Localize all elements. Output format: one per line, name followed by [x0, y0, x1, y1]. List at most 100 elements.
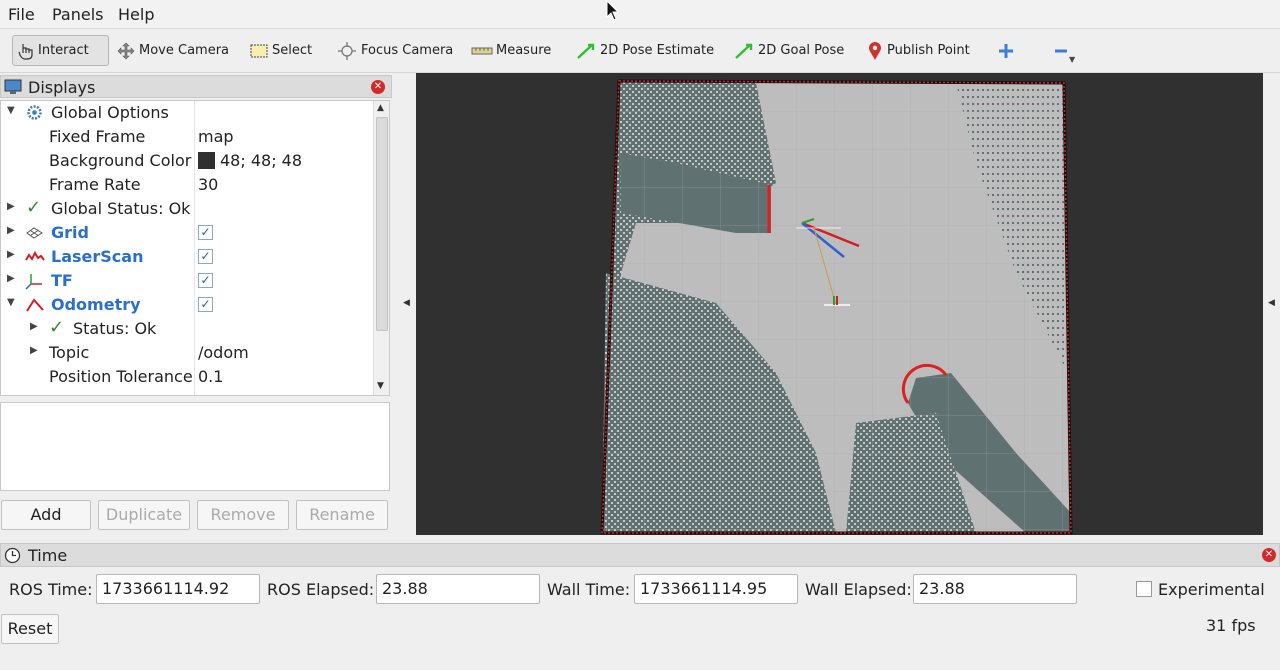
- monitor-icon: [4, 79, 22, 94]
- odometry-label: Odometry: [51, 295, 141, 314]
- tree-row-global-status[interactable]: ▶ ✓ Global Status: Ok: [1, 197, 373, 221]
- menu-bar: File Panels Help: [0, 0, 1280, 29]
- pose-estimate-tool-button[interactable]: 2D Pose Estimate: [571, 35, 718, 66]
- collapse-left-panel-icon[interactable]: ◀: [403, 298, 410, 308]
- scroll-down-icon[interactable]: ▼: [377, 381, 384, 391]
- time-title-bar: Time ✕: [0, 543, 1280, 567]
- frame-rate-label: Frame Rate: [49, 175, 141, 194]
- grid-checkbox[interactable]: ✓: [198, 225, 213, 240]
- tree-row-tf[interactable]: ▶ TF ✓: [1, 269, 373, 293]
- tree-row-status-ok[interactable]: ▶ ✓ Status: Ok: [1, 317, 373, 341]
- expand-arrow-icon[interactable]: ▼: [7, 297, 15, 308]
- collapse-right-panel-icon[interactable]: ◀: [1268, 298, 1275, 308]
- tool-dropdown-icon[interactable]: ▼: [1069, 55, 1075, 64]
- focus-camera-tool-button[interactable]: Focus Camera: [332, 35, 457, 66]
- expand-arrow-icon[interactable]: ▼: [7, 105, 15, 116]
- move-camera-icon: [117, 42, 135, 59]
- goal-pose-label: 2D Goal Pose: [758, 43, 845, 58]
- wall-elapsed-field[interactable]: 23.88: [913, 574, 1077, 604]
- scroll-up-icon[interactable]: ▲: [377, 103, 384, 113]
- interact-tool-button[interactable]: Interact: [12, 35, 109, 66]
- collapse-arrow-icon[interactable]: ▶: [7, 249, 15, 260]
- odometry-checkbox[interactable]: ✓: [198, 297, 213, 312]
- tree-row-global-options[interactable]: ▼ Global Options: [1, 101, 373, 125]
- ros-elapsed-label: ROS Elapsed:: [267, 580, 375, 599]
- add-button[interactable]: Add: [1, 500, 91, 530]
- green-arrow-icon: [735, 43, 753, 59]
- wall-elapsed-label: Wall Elapsed:: [805, 580, 912, 599]
- grid-label: Grid: [51, 223, 89, 242]
- ros-elapsed-field[interactable]: 23.88: [376, 574, 540, 604]
- experimental-label: Experimental: [1158, 580, 1265, 599]
- wall-time-field[interactable]: 1733661114.95: [634, 574, 798, 604]
- ruler-icon: [471, 47, 493, 54]
- time-close-icon[interactable]: ✕: [1262, 548, 1276, 562]
- map-pin-icon: [869, 41, 881, 60]
- duplicate-button[interactable]: Duplicate: [98, 500, 190, 530]
- tf-checkbox[interactable]: ✓: [198, 273, 213, 288]
- tf-axes-icon: [25, 274, 42, 290]
- minus-icon: [1055, 49, 1067, 52]
- fixed-frame-value[interactable]: map: [198, 127, 234, 146]
- reset-button[interactable]: Reset: [1, 614, 59, 644]
- background-color-value: 48; 48; 48: [220, 151, 303, 170]
- tree-scrollbar[interactable]: ▲ ▼: [373, 101, 389, 395]
- collapse-arrow-icon[interactable]: ▶: [7, 273, 15, 284]
- pose-estimate-label: 2D Pose Estimate: [600, 43, 715, 58]
- rename-button[interactable]: Rename: [296, 500, 388, 530]
- select-tool-button[interactable]: Select: [245, 35, 316, 66]
- topic-label: Topic: [49, 343, 90, 362]
- tree-row-laserscan[interactable]: ▶ LaserScan ✓: [1, 245, 373, 269]
- odometry-icon: [26, 298, 44, 312]
- frame-rate-value[interactable]: 30: [198, 175, 218, 194]
- position-tolerance-value[interactable]: 0.1: [198, 367, 223, 386]
- ros-time-field[interactable]: 1733661114.92: [96, 574, 260, 604]
- add-tool-button[interactable]: [993, 35, 1022, 66]
- tree-row-odometry[interactable]: ▼ Odometry ✓: [1, 293, 373, 317]
- displays-panel: Displays ✕ ▼ Global Options Fixed Frame …: [0, 75, 392, 537]
- tree-row-frame-rate[interactable]: Frame Rate 30: [1, 173, 373, 197]
- tree-row-position-tolerance[interactable]: Position Tolerance 0.1: [1, 365, 373, 389]
- collapse-arrow-icon[interactable]: ▶: [30, 345, 38, 356]
- grid-icon: [26, 227, 43, 239]
- fixed-frame-label: Fixed Frame: [49, 127, 146, 146]
- focus-camera-label: Focus Camera: [361, 43, 454, 58]
- tree-row-grid[interactable]: ▶ Grid ✓: [1, 221, 373, 245]
- displays-close-icon[interactable]: ✕: [371, 80, 385, 94]
- scrollbar-thumb[interactable]: [376, 117, 388, 331]
- description-box: [0, 402, 390, 491]
- laserscan-icon: [25, 250, 45, 261]
- render-viewport[interactable]: [416, 73, 1263, 535]
- measure-tool-button[interactable]: Measure: [467, 35, 555, 66]
- select-box-icon: [250, 44, 268, 57]
- color-swatch[interactable]: [198, 152, 215, 169]
- move-camera-tool-button[interactable]: Move Camera: [112, 35, 233, 66]
- collapse-arrow-icon[interactable]: ▶: [7, 225, 15, 236]
- tree-row-topic[interactable]: ▶ Topic /odom: [1, 341, 373, 365]
- menu-file[interactable]: File: [8, 5, 35, 24]
- background-color-field[interactable]: 48; 48; 48: [198, 151, 302, 170]
- mouse-cursor-icon: [606, 0, 620, 21]
- gear-icon: [27, 105, 42, 120]
- focus-camera-icon: [338, 41, 356, 60]
- collapse-arrow-icon[interactable]: ▶: [30, 321, 38, 332]
- goal-pose-tool-button[interactable]: 2D Goal Pose: [729, 35, 848, 66]
- topic-value[interactable]: /odom: [198, 343, 249, 362]
- menu-panels[interactable]: Panels: [52, 5, 104, 24]
- tree-row-background-color[interactable]: Background Color 48; 48; 48: [1, 149, 373, 173]
- hand-pointer-icon: [18, 43, 33, 60]
- toolbar: Interact Move Camera Select Focus Camera…: [0, 29, 1280, 73]
- publish-point-tool-button[interactable]: Publish Point: [862, 35, 974, 66]
- ros-time-label: ROS Time:: [9, 580, 93, 599]
- remove-button[interactable]: Remove: [197, 500, 289, 530]
- map-render[interactable]: [416, 73, 1263, 535]
- menu-help[interactable]: Help: [118, 5, 154, 24]
- wall-time-label: Wall Time:: [547, 580, 631, 599]
- laserscan-label: LaserScan: [51, 247, 144, 266]
- collapse-arrow-icon[interactable]: ▶: [7, 201, 15, 212]
- laserscan-checkbox[interactable]: ✓: [198, 249, 213, 264]
- grid-overlay: [602, 81, 1071, 533]
- experimental-checkbox[interactable]: [1136, 581, 1152, 597]
- tree-row-fixed-frame[interactable]: Fixed Frame map: [1, 125, 373, 149]
- clock-icon: [4, 547, 21, 564]
